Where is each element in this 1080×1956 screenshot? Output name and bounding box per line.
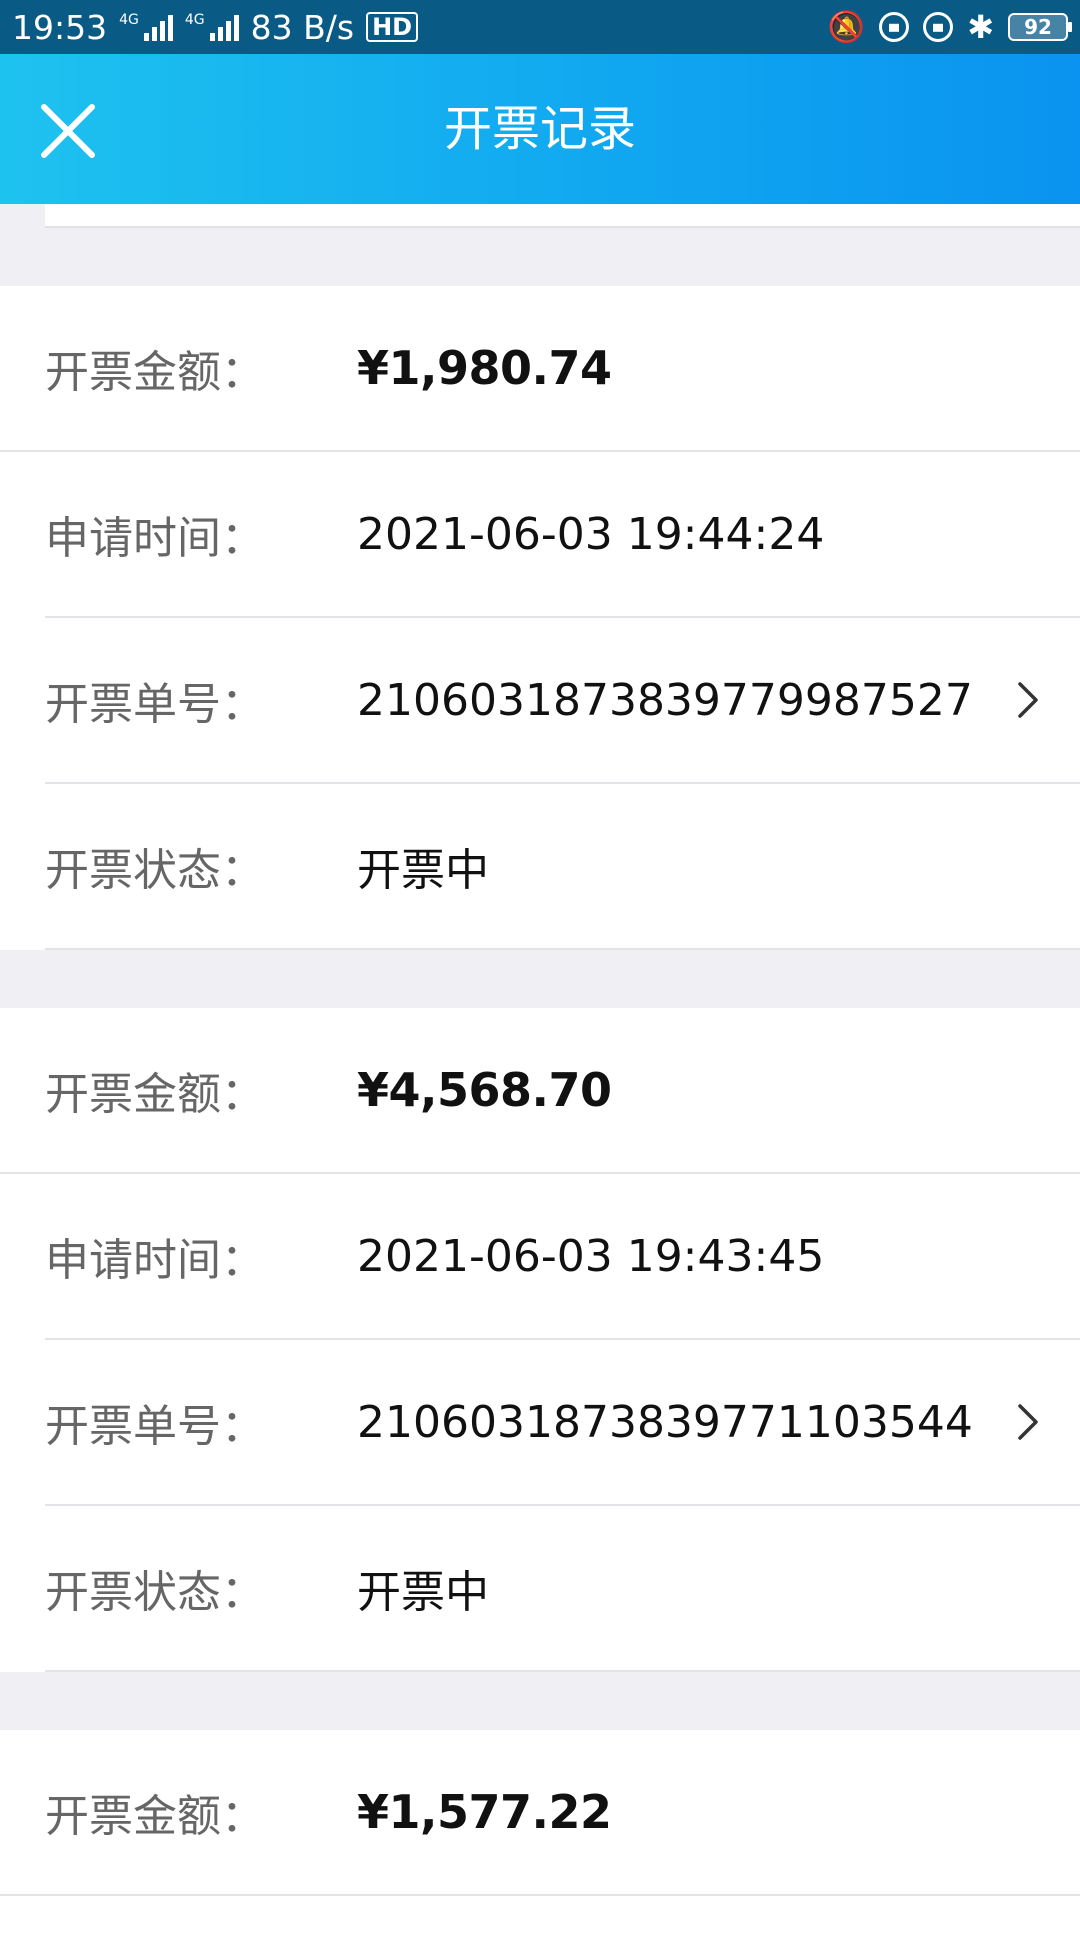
invoice-status-row: 开票状态： 开票中 <box>45 784 1080 950</box>
list-item-partial <box>45 204 1080 228</box>
amount-row: 开票金额： ¥4,568.70 <box>0 1008 1080 1174</box>
amount-row: 开票金额： ¥1,980.74 <box>0 286 1080 452</box>
network-speed: 83 B/s <box>250 7 355 47</box>
amount-row: 开票金额： ¥1,577.22 <box>0 1730 1080 1896</box>
amount-value: ¥1,577.22 <box>357 1785 612 1839</box>
invoice-record-card: 开票金额： ¥1,577.22 <box>0 1730 1080 1956</box>
signal-strength-icon: 4G <box>119 13 173 41</box>
apply-time-value: 2021-06-03 19:44:24 <box>357 508 825 560</box>
alarm-icon <box>923 12 954 42</box>
bluetooth-icon: ✱ <box>967 8 994 46</box>
invoice-number-row[interactable]: 开票单号： 2106031873839779987527 <box>45 618 1080 784</box>
amount-label: 开票金额： <box>45 1069 265 1120</box>
apply-time-label: 申请时间： <box>45 513 265 564</box>
invoice-number-row[interactable]: 开票单号： 2106031873839771103544 <box>45 1340 1080 1506</box>
app-header: 开票记录 <box>0 54 1080 204</box>
amount-value: ¥4,568.70 <box>357 1063 612 1117</box>
section-divider <box>0 228 1080 286</box>
invoice-status-label: 开票状态： <box>45 845 265 896</box>
status-bar: 19:53 4G 4G 83 B/s HD 🔕 ✱ 92 <box>0 0 1080 54</box>
apply-time-label: 申请时间： <box>45 1235 265 1286</box>
chevron-right-icon <box>1016 1404 1040 1440</box>
chevron-right-icon <box>1016 682 1040 718</box>
invoice-status-row: 开票状态： 开票中 <box>45 1506 1080 1672</box>
signal-strength-icon: 4G <box>185 13 239 41</box>
invoice-status-value: 开票中 <box>357 1567 489 1618</box>
status-time: 19:53 <box>12 7 108 47</box>
mute-bell-icon: 🔕 <box>827 9 866 45</box>
apply-time-row: 申请时间： 2021-06-03 19:44:24 <box>45 452 1080 618</box>
invoice-record-card: 开票金额： ¥1,980.74 申请时间： 2021-06-03 19:44:2… <box>0 286 1080 950</box>
amount-value: ¥1,980.74 <box>357 341 612 395</box>
invoice-record-card: 开票金额： ¥4,568.70 申请时间： 2021-06-03 19:43:4… <box>0 1008 1080 1672</box>
invoice-status-label: 开票状态： <box>45 1567 265 1618</box>
close-icon <box>41 104 95 158</box>
lock-icon <box>879 12 910 42</box>
page-title: 开票记录 <box>443 101 636 157</box>
amount-label: 开票金额： <box>45 1791 265 1842</box>
section-divider <box>0 1672 1080 1730</box>
invoice-number-label: 开票单号： <box>45 679 265 730</box>
invoice-record-list: 开票金额： ¥1,980.74 申请时间： 2021-06-03 19:44:2… <box>0 204 1080 1956</box>
list-item-partial <box>45 1896 1080 1956</box>
apply-time-row: 申请时间： 2021-06-03 19:43:45 <box>45 1174 1080 1340</box>
invoice-status-value: 开票中 <box>357 845 489 896</box>
amount-label: 开票金额： <box>45 347 265 398</box>
apply-time-value: 2021-06-03 19:43:45 <box>357 1230 825 1282</box>
close-button[interactable] <box>36 99 100 163</box>
invoice-number-label: 开票单号： <box>45 1401 265 1452</box>
battery-indicator: 92 <box>1008 13 1072 41</box>
invoice-number-value: 2106031873839771103544 <box>357 1396 973 1448</box>
section-divider <box>0 950 1080 1008</box>
hd-voice-icon: HD <box>366 12 419 42</box>
invoice-number-value: 2106031873839779987527 <box>357 674 973 726</box>
